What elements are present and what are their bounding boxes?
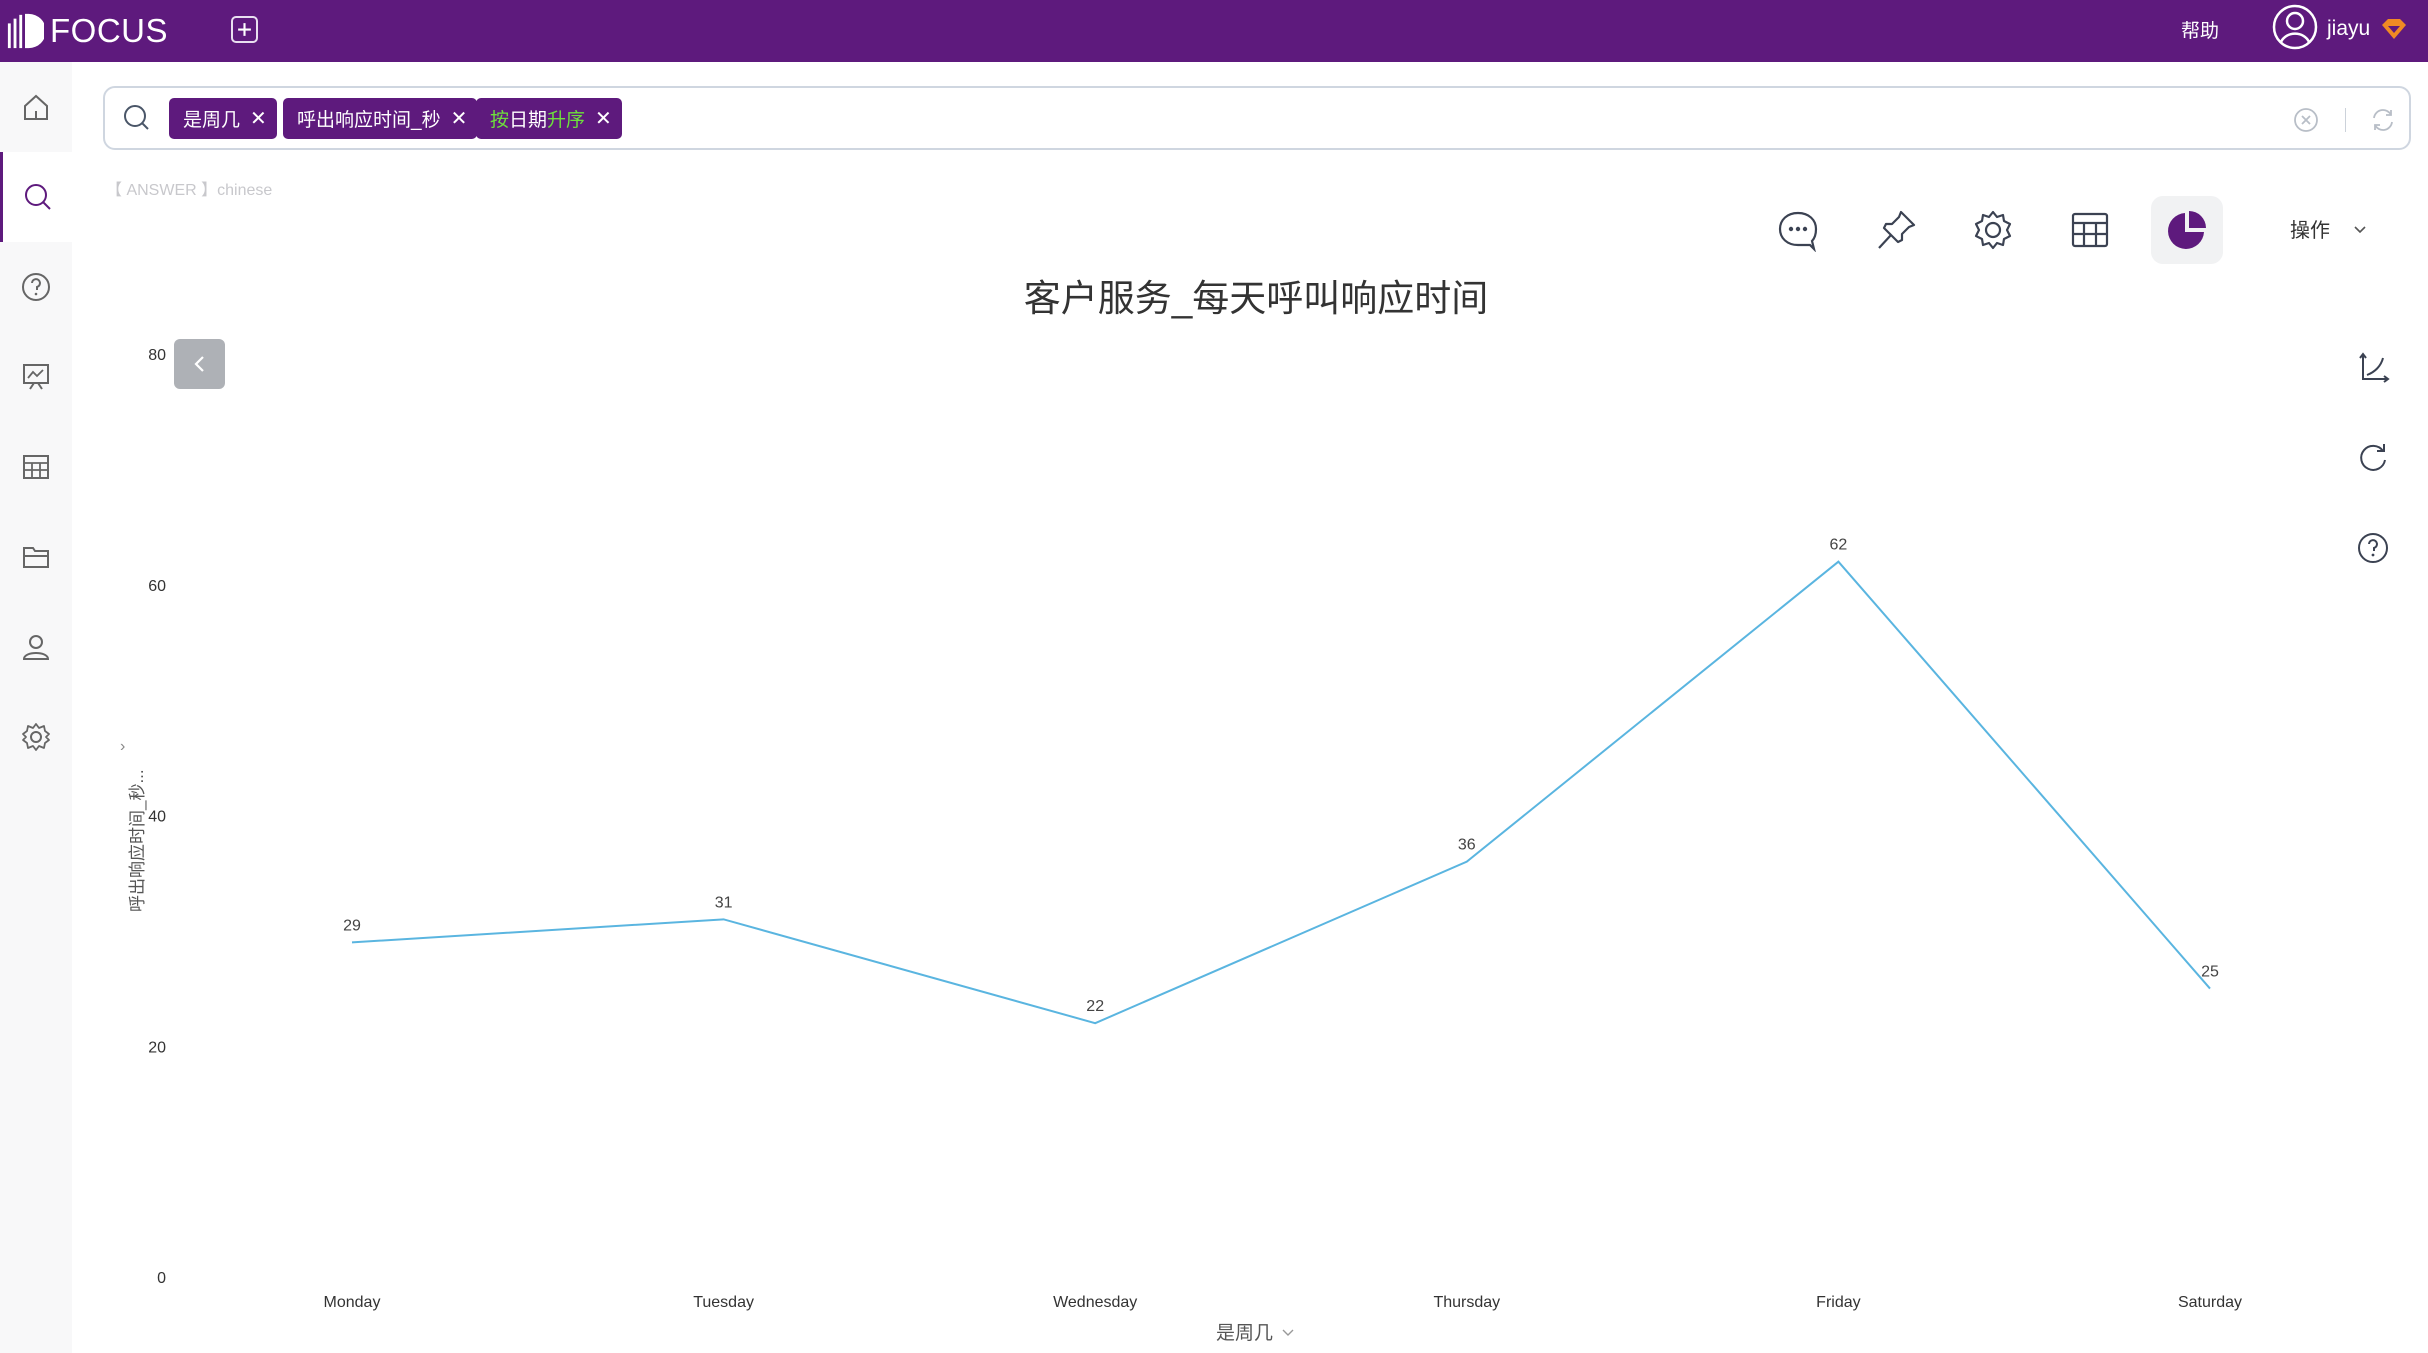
operations-label: 操作 (2290, 220, 2330, 242)
tag-label: 是周几 (183, 110, 241, 131)
sidebar-item-home[interactable] (0, 62, 72, 152)
y-tick-label: 40 (148, 809, 166, 826)
y-tick-label: 80 (148, 347, 166, 364)
remove-tag-icon[interactable]: ✕ (595, 106, 612, 131)
table-icon (23, 455, 49, 479)
pie-chart-icon (2168, 211, 2206, 249)
data-point (1836, 560, 1840, 564)
data-label: 31 (715, 894, 733, 911)
presentation-chart-icon (23, 364, 49, 390)
sidebar-item-table[interactable] (0, 422, 72, 512)
plus-icon (238, 23, 251, 36)
gear-icon (22, 723, 50, 751)
chart-title: 客户服务_每天呼叫响应时间 (1023, 278, 1489, 319)
refresh-icon (2360, 444, 2386, 471)
data-point (350, 940, 354, 944)
y-tick-label: 60 (148, 578, 166, 595)
chart-type-button[interactable] (2151, 196, 2223, 264)
search-tag-weekday[interactable]: 是周几 ✕ (169, 98, 277, 139)
chevron-right-icon: › (120, 738, 126, 755)
x-axis-label: 是周几 (1216, 1323, 1274, 1344)
sidebar-item-presentation[interactable] (0, 332, 72, 422)
refresh-chart-button[interactable] (2353, 438, 2393, 478)
chevron-down-icon (2354, 225, 2366, 233)
table-view-button[interactable] (2054, 196, 2126, 264)
sidebar-item-folder[interactable] (0, 512, 72, 602)
clear-search-icon[interactable] (2293, 107, 2319, 133)
user-avatar-icon (2271, 3, 2319, 56)
tag-label: 日期 (509, 110, 548, 131)
data-point (722, 917, 726, 921)
vip-diamond-icon (2370, 14, 2408, 45)
user-menu[interactable]: jiayu (2271, 4, 2408, 54)
data-label: 36 (1458, 837, 1476, 854)
tag-keyword: 升序 (547, 110, 586, 131)
y-tick-label: 0 (157, 1270, 166, 1287)
settings-button[interactable] (1957, 196, 2029, 264)
refresh-search-icon[interactable] (2369, 106, 2397, 134)
x-tick-label: Thursday (1433, 1294, 1500, 1311)
data-point (1465, 860, 1469, 864)
answer-label: 【 ANSWER 】chinese (106, 182, 273, 199)
axis-settings-button[interactable] (2353, 348, 2393, 388)
remove-tag-icon[interactable]: ✕ (451, 106, 468, 131)
comment-icon (1778, 211, 1818, 252)
x-tick-label: Tuesday (693, 1294, 754, 1311)
y-axis-label: 呼出响应时间_秒... (128, 769, 147, 912)
data-label: 62 (1830, 537, 1848, 554)
chevron-down-icon (1282, 1329, 1294, 1336)
focus-logo-icon (7, 13, 44, 49)
username: jiayu (2327, 17, 2371, 40)
data-label: 22 (1086, 998, 1104, 1015)
add-tab-button[interactable] (231, 16, 258, 43)
user-icon (22, 635, 50, 660)
search-icon (124, 105, 149, 130)
top-bar: FOCUS 帮助 jiayu (0, 0, 2428, 62)
data-point (2208, 987, 2212, 991)
home-icon (24, 94, 48, 120)
data-point (1093, 1021, 1097, 1025)
series-line (351, 560, 2211, 1025)
table-icon (2071, 212, 2109, 248)
sidebar-item-search[interactable] (0, 152, 72, 242)
x-tick-label: Monday (324, 1294, 381, 1311)
data-label: 25 (2201, 964, 2219, 981)
x-axis-title[interactable]: 是周几 (1216, 1318, 1295, 1345)
x-tick-label: Friday (1816, 1294, 1860, 1311)
brand-name: FOCUS (50, 12, 168, 49)
search-tag-sort-by-date[interactable]: 按 日期 升序 ✕ (476, 98, 622, 139)
help-link[interactable]: 帮助 (2181, 16, 2219, 43)
search-divider (2345, 108, 2346, 132)
y-axis-title[interactable]: › 呼出响应时间_秒... (117, 738, 147, 920)
folder-icon (23, 547, 49, 568)
tag-keyword: 按 (490, 110, 510, 131)
pin-icon (1878, 210, 1916, 249)
search-bar[interactable]: 是周几 ✕ 呼出响应时间_秒 ✕ 按 日期 升序 ✕ (103, 86, 2411, 150)
comment-button[interactable] (1762, 196, 1834, 264)
logo[interactable]: FOCUS (6, 10, 168, 52)
search-tag-response-time[interactable]: 呼出响应时间_秒 ✕ (283, 98, 478, 139)
operations-dropdown[interactable]: 操作 (2290, 214, 2368, 243)
x-tick-label: Saturday (2178, 1294, 2242, 1311)
data-label: 29 (343, 917, 361, 934)
axis-icon (2359, 352, 2390, 383)
chevron-left-icon (193, 356, 204, 372)
sidebar-item-settings[interactable] (0, 692, 72, 782)
chart-help-button[interactable] (2353, 528, 2393, 568)
pin-button[interactable] (1860, 196, 1932, 264)
remove-tag-icon[interactable]: ✕ (250, 106, 267, 131)
collapse-panel-button[interactable] (174, 339, 225, 389)
y-tick-label: 20 (148, 1039, 166, 1056)
gear-icon (1974, 210, 2012, 250)
x-tick-label: Wednesday (1053, 1294, 1137, 1311)
help-icon (2358, 533, 2388, 563)
tag-label: 呼出响应时间_秒 (297, 110, 441, 131)
search-icon (24, 184, 51, 210)
sidebar-item-user[interactable] (0, 602, 72, 692)
sidebar (0, 62, 72, 1353)
